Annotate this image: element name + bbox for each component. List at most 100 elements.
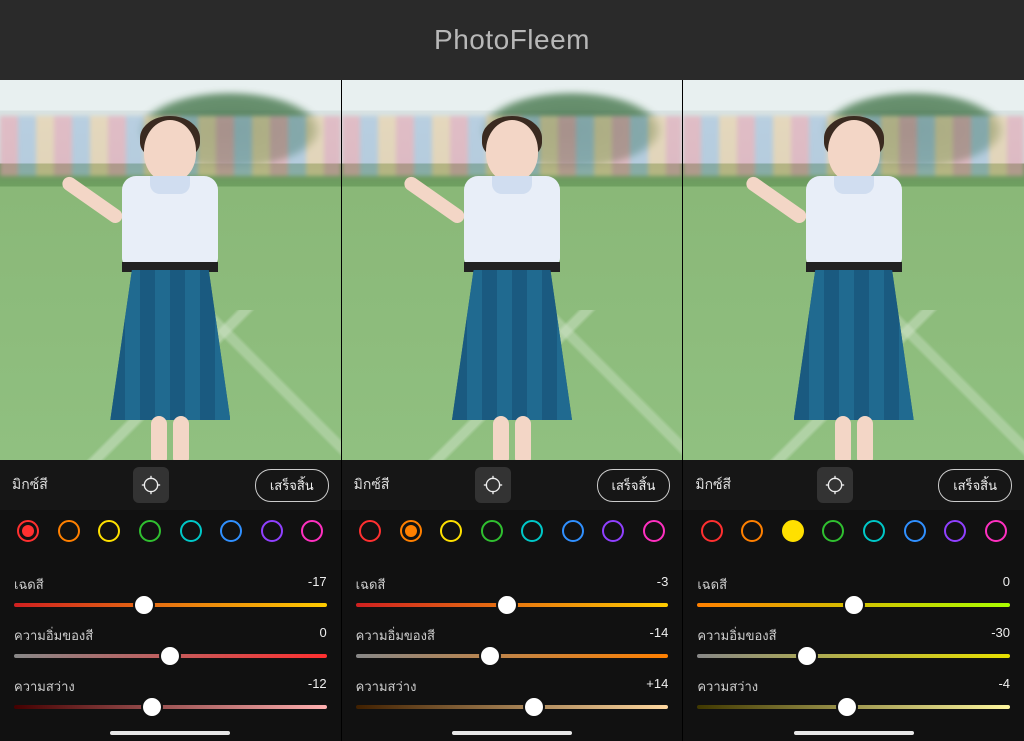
slider-value: -12: [308, 676, 327, 697]
color-mix-label: มิกซ์สี: [12, 474, 48, 496]
slider-knob[interactable]: [481, 647, 499, 665]
slider-label: ความอิ่มของสี: [356, 625, 435, 646]
swatch-aqua[interactable]: [863, 520, 885, 542]
slider-value: -17: [308, 574, 327, 595]
color-swatch-row: [683, 510, 1024, 556]
slider-label: ความสว่าง: [14, 676, 75, 697]
home-indicator[interactable]: [452, 731, 572, 735]
slider-track[interactable]: [697, 603, 1010, 607]
swatch-purple[interactable]: [261, 520, 283, 542]
preview-image[interactable]: [342, 80, 683, 460]
home-indicator[interactable]: [110, 731, 230, 735]
slider-track[interactable]: [697, 705, 1010, 709]
slider-track[interactable]: [14, 705, 327, 709]
home-indicator[interactable]: [794, 731, 914, 735]
target-icon: [141, 475, 161, 495]
slider-label: เฉดสี: [14, 574, 44, 595]
slider-label: ความอิ่มของสี: [14, 625, 93, 646]
done-button[interactable]: เสร็จสิ้น: [938, 469, 1012, 502]
watermark-header: PhotoFleem: [0, 0, 1024, 80]
panel-1: มิกซ์สี เสร็จสิ้น เฉดสี -3 ความอิ่มของสี -…: [341, 80, 683, 741]
done-button[interactable]: เสร็จสิ้น: [255, 469, 329, 502]
swatch-red[interactable]: [17, 520, 39, 542]
color-swatch-row: [0, 510, 341, 556]
swatch-blue[interactable]: [220, 520, 242, 542]
panel-0: มิกซ์สี เสร็จสิ้น เฉดสี -17 ความอิ่มของสี…: [0, 80, 341, 741]
color-mix-bar: มิกซ์สี เสร็จสิ้น: [683, 460, 1024, 510]
swatch-orange[interactable]: [58, 520, 80, 542]
slider-label: ความสว่าง: [697, 676, 758, 697]
luminance-slider[interactable]: ความสว่าง -4: [697, 676, 1010, 709]
swatch-yellow[interactable]: [440, 520, 462, 542]
slider-track[interactable]: [356, 705, 669, 709]
swatch-aqua[interactable]: [180, 520, 202, 542]
slider-label: ความสว่าง: [356, 676, 417, 697]
saturation-slider[interactable]: ความอิ่มของสี -30: [697, 625, 1010, 658]
swatch-magenta[interactable]: [985, 520, 1007, 542]
slider-label: ความอิ่มของสี: [697, 625, 776, 646]
swatch-red[interactable]: [701, 520, 723, 542]
target-icon: [825, 475, 845, 495]
slider-knob[interactable]: [498, 596, 516, 614]
swatch-yellow[interactable]: [98, 520, 120, 542]
preview-image[interactable]: [683, 80, 1024, 460]
slider-value: 0: [1003, 574, 1010, 595]
watermark-title: PhotoFleem: [434, 24, 590, 56]
slider-value: -30: [991, 625, 1010, 646]
target-icon: [483, 475, 503, 495]
swatch-orange[interactable]: [400, 520, 422, 542]
slider-knob[interactable]: [525, 698, 543, 716]
slider-value: -14: [650, 625, 669, 646]
slider-knob[interactable]: [161, 647, 179, 665]
targeted-adjust-button[interactable]: [133, 467, 169, 503]
slider-track[interactable]: [356, 603, 669, 607]
slider-value: -4: [998, 676, 1010, 697]
sliders-group: เฉดสี -3 ความอิ่มของสี -14 ความสว่าง +14: [342, 556, 683, 741]
swatch-yellow[interactable]: [782, 520, 804, 542]
targeted-adjust-button[interactable]: [817, 467, 853, 503]
slider-knob[interactable]: [143, 698, 161, 716]
color-mix-bar: มิกซ์สี เสร็จสิ้น: [0, 460, 341, 510]
hue-slider[interactable]: เฉดสี -3: [356, 574, 669, 607]
swatch-blue[interactable]: [904, 520, 926, 542]
color-mix-bar: มิกซ์สี เสร็จสิ้น: [342, 460, 683, 510]
slider-knob[interactable]: [845, 596, 863, 614]
saturation-slider[interactable]: ความอิ่มของสี -14: [356, 625, 669, 658]
sliders-group: เฉดสี 0 ความอิ่มของสี -30 ความสว่าง -4: [683, 556, 1024, 741]
swatch-purple[interactable]: [944, 520, 966, 542]
swatch-purple[interactable]: [602, 520, 624, 542]
hue-slider[interactable]: เฉดสี 0: [697, 574, 1010, 607]
slider-knob[interactable]: [135, 596, 153, 614]
saturation-slider[interactable]: ความอิ่มของสี0: [14, 625, 327, 658]
swatch-magenta[interactable]: [643, 520, 665, 542]
slider-track[interactable]: [14, 603, 327, 607]
luminance-slider[interactable]: ความสว่าง +14: [356, 676, 669, 709]
slider-track[interactable]: [356, 654, 669, 658]
slider-knob[interactable]: [798, 647, 816, 665]
swatch-blue[interactable]: [562, 520, 584, 542]
swatch-green[interactable]: [139, 520, 161, 542]
color-swatch-row: [342, 510, 683, 556]
swatch-magenta[interactable]: [301, 520, 323, 542]
swatch-aqua[interactable]: [521, 520, 543, 542]
slider-track[interactable]: [14, 654, 327, 658]
swatch-green[interactable]: [481, 520, 503, 542]
panels-row: มิกซ์สี เสร็จสิ้น เฉดสี -17 ความอิ่มของสี…: [0, 80, 1024, 741]
slider-label: เฉดสี: [697, 574, 727, 595]
swatch-red[interactable]: [359, 520, 381, 542]
slider-value: +14: [646, 676, 668, 697]
done-button[interactable]: เสร็จสิ้น: [597, 469, 671, 502]
color-mix-label: มิกซ์สี: [354, 474, 390, 496]
targeted-adjust-button[interactable]: [475, 467, 511, 503]
sliders-group: เฉดสี -17 ความอิ่มของสี0 ความสว่าง -12: [0, 556, 341, 741]
swatch-orange[interactable]: [741, 520, 763, 542]
swatch-green[interactable]: [822, 520, 844, 542]
slider-label: เฉดสี: [356, 574, 386, 595]
color-mix-label: มิกซ์สี: [695, 474, 731, 496]
luminance-slider[interactable]: ความสว่าง -12: [14, 676, 327, 709]
slider-knob[interactable]: [838, 698, 856, 716]
slider-value: -3: [657, 574, 669, 595]
hue-slider[interactable]: เฉดสี -17: [14, 574, 327, 607]
preview-image[interactable]: [0, 80, 341, 460]
slider-track[interactable]: [697, 654, 1010, 658]
